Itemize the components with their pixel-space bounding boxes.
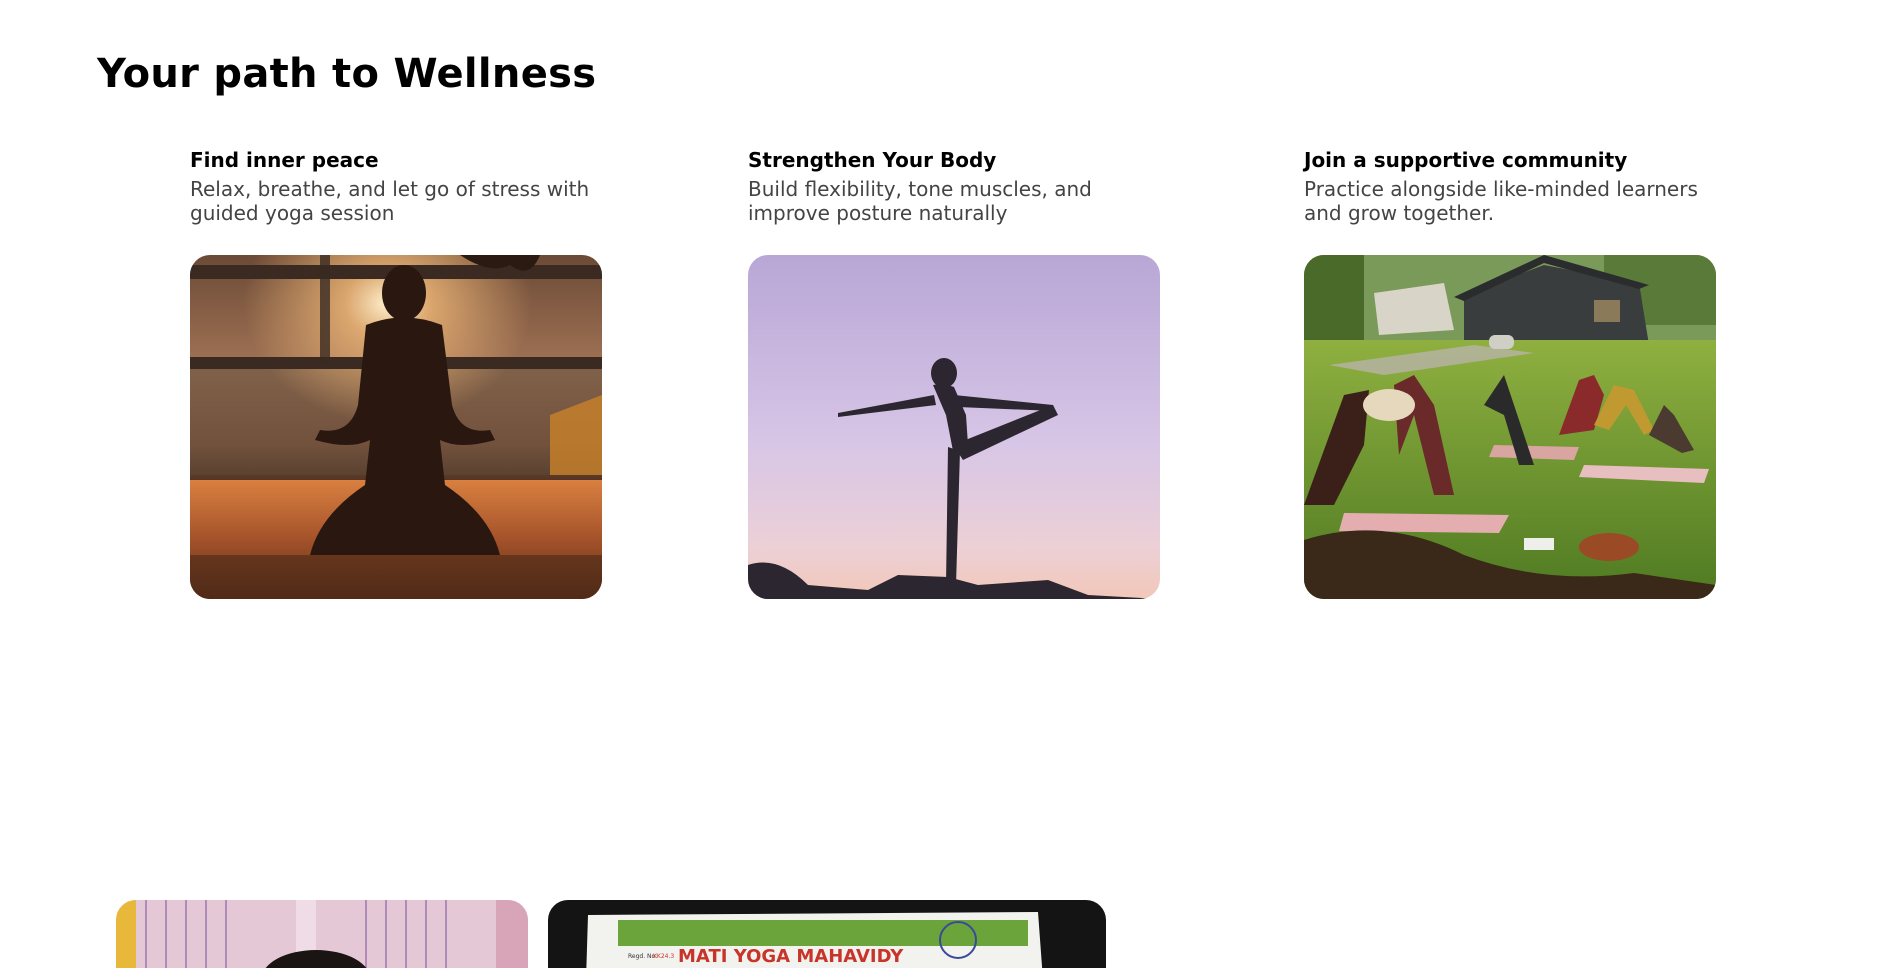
card-title: Strengthen Your Body (748, 148, 997, 172)
card-title: Find inner peace (190, 148, 379, 172)
card-community: Join a supportive community Practice alo… (1304, 148, 1716, 599)
card-title: Join a supportive community (1304, 148, 1628, 172)
card-description: Build flexibility, tone muscles, and imp… (748, 177, 1092, 225)
wellness-page: Your path to Wellness Find inner peace R… (0, 0, 1896, 968)
certificate-regd-value: KK24.3 (653, 953, 674, 960)
group-yoga-image (1304, 255, 1716, 599)
card-strengthen-body: Strengthen Your Body Build flexibility, … (748, 148, 1160, 599)
meditation-image (190, 255, 602, 599)
card-description: Relax, breathe, and let go of stress wit… (190, 177, 590, 225)
card-description: Practice alongside like-minded learners … (1304, 177, 1698, 225)
certificate-image: MATI YOGA MAHAVIDY Regd. No: KK24.3 (548, 900, 1106, 968)
portrait-image (116, 900, 528, 968)
section-title: Your path to Wellness (97, 51, 597, 97)
yoga-pose-image (748, 255, 1160, 599)
certificate-text: MATI YOGA MAHAVIDY (678, 946, 904, 967)
card-inner-peace: Find inner peace Relax, breathe, and let… (190, 148, 602, 599)
